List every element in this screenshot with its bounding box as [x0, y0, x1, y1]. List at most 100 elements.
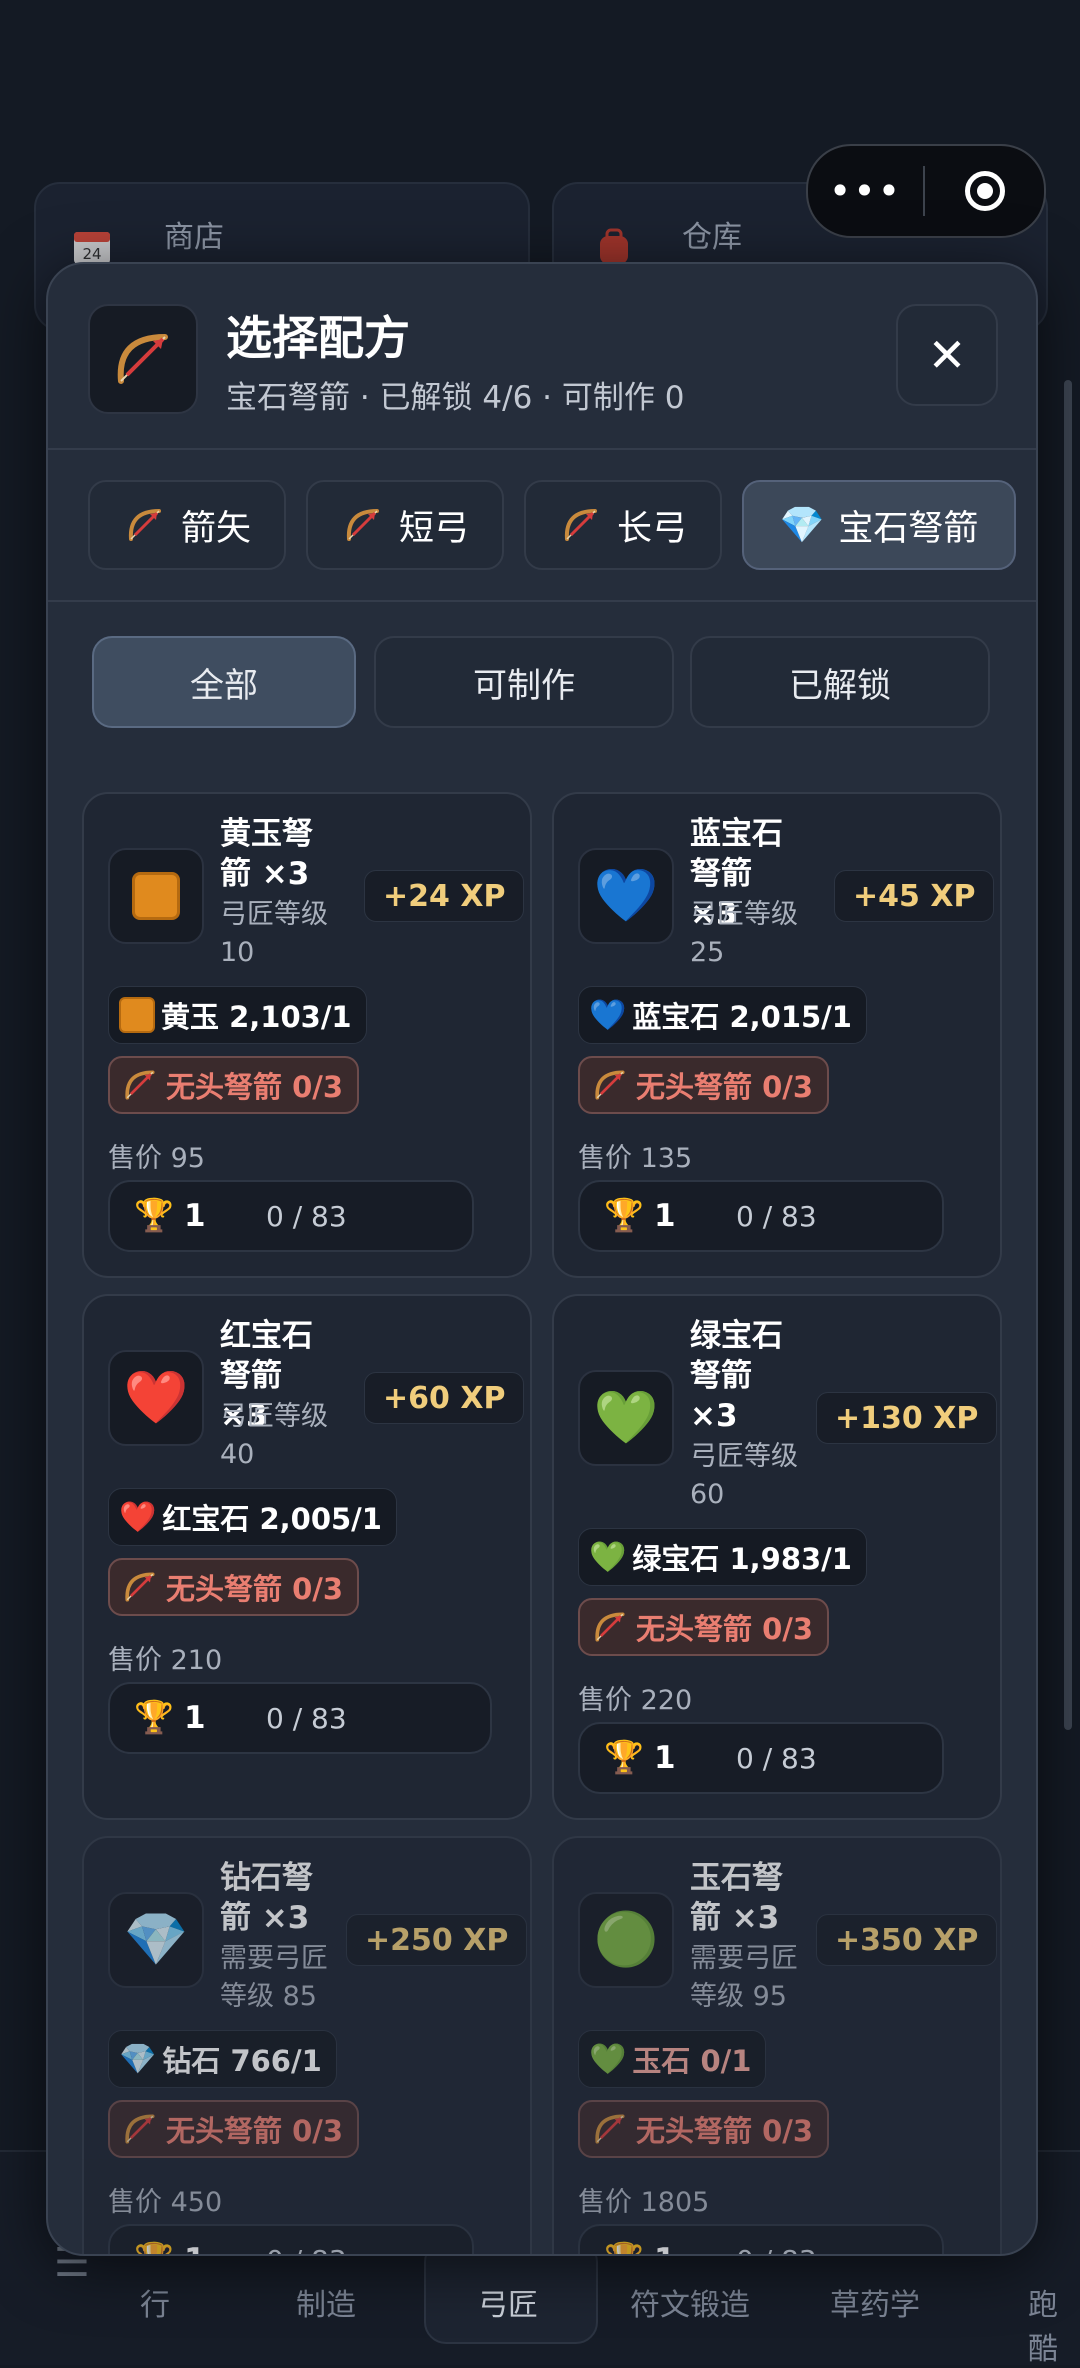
recipe-card-topaz[interactable]: 黄玉弩箭 ×3 弓匠等级 10 +24 XP 黄玉 2,103/1 无头弩箭 0… [82, 792, 532, 1278]
material-text: 红宝石 2,005/1 [162, 1502, 382, 1536]
requirement-text: 无头弩箭 0/3 [636, 1070, 814, 1104]
ruby-icon: ❤️ [108, 1350, 204, 1446]
tab-label: 长弓 [616, 508, 687, 549]
more-button[interactable]: ••• [808, 172, 923, 210]
bow-icon [120, 1065, 160, 1105]
material-chip: 💎 钻石 766/1 [108, 2030, 337, 2088]
craft-quantity: 1 [184, 2242, 206, 2254]
recipe-level: 弓匠等级 60 [690, 1441, 798, 1510]
craft-quantity-bar[interactable]: 🏆 1 0 / 83 [578, 1180, 944, 1252]
requirement-text: 无头弩箭 0/3 [166, 1572, 344, 1606]
nav-item-runesmith[interactable]: 符文锻造 [630, 2280, 750, 2324]
recipe-level: 需要弓匠等级 85 [220, 1943, 328, 2012]
material-chip: ❤️ 红宝石 2,005/1 [108, 1488, 397, 1546]
trophy-icon: 🏆 [604, 1196, 644, 1234]
recipe-price: 售价 135 [578, 1143, 693, 1174]
bg-card-label: 仓库 [682, 220, 742, 255]
capsule-close-button[interactable] [925, 171, 1044, 211]
nav-item-bowyer[interactable]: 弓匠 [478, 2280, 538, 2324]
craft-quantity-bar[interactable]: 🏆 1 0 / 83 [108, 2224, 474, 2254]
tab-label: 短弓 [398, 508, 469, 549]
requirement-text: 无头弩箭 0/3 [166, 2114, 344, 2148]
close-icon: ✕ [927, 328, 967, 382]
craft-quantity-bar[interactable]: 🏆 1 0 / 83 [108, 1682, 492, 1754]
gem-icon: 💎 [779, 505, 825, 546]
requirement-chip: 无头弩箭 0/3 [578, 2100, 830, 2158]
nav-item-herbalism[interactable]: 草药学 [830, 2280, 920, 2324]
recipe-level: 弓匠等级 40 [220, 1401, 328, 1470]
craft-quantity-bar[interactable]: 🏆 1 0 / 83 [578, 2224, 944, 2254]
emerald-icon: 💚 [578, 1370, 674, 1466]
tab-arrows[interactable]: 箭矢 [88, 480, 286, 570]
trophy-icon: 🏆 [134, 2240, 174, 2254]
craft-progress: 0 / 83 [266, 2244, 347, 2254]
ruby-icon: ❤️ [119, 1499, 157, 1535]
recipe-name: 黄玉弩箭 ×3 [220, 816, 313, 892]
filter-unlocked[interactable]: 已解锁 [690, 636, 990, 728]
target-icon [964, 171, 1005, 211]
sapphire-icon: 💙 [578, 848, 674, 944]
bow-icon [120, 2109, 160, 2149]
filter-craftable[interactable]: 可制作 [374, 636, 674, 728]
nav-item[interactable]: 行 [140, 2280, 170, 2324]
xp-badge: +130 XP [816, 1392, 998, 1444]
craft-quantity: 1 [184, 1700, 206, 1736]
recipe-card-diamond[interactable]: 💎 钻石弩箭 ×3 需要弓匠等级 85 +250 XP 💎 钻石 766/1 无… [82, 1836, 532, 2254]
tab-shortbow[interactable]: 短弓 [306, 480, 504, 570]
recipe-level: 弓匠等级 10 [220, 899, 328, 968]
xp-badge: +250 XP [346, 1914, 528, 1966]
craft-quantity: 1 [654, 2242, 676, 2254]
svg-text:24: 24 [82, 245, 101, 263]
recipe-card-jade[interactable]: 🟢 玉石弩箭 ×3 需要弓匠等级 95 +350 XP 💚 玉石 0/1 无头弩… [552, 1836, 1002, 2254]
craft-quantity: 1 [654, 1740, 676, 1776]
recipe-card-ruby[interactable]: ❤️ 红宝石弩箭 ×3 弓匠等级 40 +60 XP ❤️ 红宝石 2,005/… [82, 1294, 532, 1820]
nav-item-craft[interactable]: 制造 [296, 2280, 356, 2324]
craft-progress: 0 / 83 [736, 1200, 817, 1233]
craft-quantity: 1 [184, 1198, 206, 1234]
requirement-chip: 无头弩箭 0/3 [578, 1598, 830, 1656]
craft-quantity-bar[interactable]: 🏆 1 0 / 83 [108, 1180, 474, 1252]
craft-quantity-bar[interactable]: 🏆 1 0 / 83 [578, 1722, 944, 1794]
material-text: 绿宝石 1,983/1 [632, 1542, 852, 1576]
topaz-icon [119, 997, 155, 1033]
recipe-level: 弓匠等级 25 [690, 899, 798, 968]
diamond-icon: 💎 [108, 1892, 204, 1988]
recipe-price: 售价 450 [108, 2187, 223, 2218]
bow-icon [590, 1065, 630, 1105]
tab-label: 宝石弩箭 [838, 508, 979, 549]
material-text: 玉石 0/1 [632, 2044, 752, 2078]
requirement-chip: 无头弩箭 0/3 [578, 1056, 830, 1114]
material-text: 黄玉 2,103/1 [161, 1000, 352, 1034]
recipe-level: 需要弓匠等级 95 [690, 1943, 798, 2012]
filter-all[interactable]: 全部 [92, 636, 356, 728]
recipe-price: 售价 210 [108, 1645, 223, 1676]
recipe-price: 售价 220 [578, 1685, 693, 1716]
tab-gem-bolts[interactable]: 💎 宝石弩箭 [742, 480, 1016, 570]
nav-item-parkour[interactable]: 跑酷 [1028, 2280, 1080, 2368]
craft-progress: 0 / 83 [736, 1742, 817, 1775]
xp-badge: +45 XP [834, 870, 995, 922]
material-chip: 💚 玉石 0/1 [578, 2030, 767, 2088]
emerald-icon: 💚 [589, 2041, 627, 2077]
tab-longbow[interactable]: 长弓 [524, 480, 722, 570]
topaz-icon [108, 848, 204, 944]
recipe-name: 玉石弩箭 ×3 [690, 1860, 783, 1936]
trophy-icon: 🏆 [134, 1698, 174, 1736]
requirement-chip: 无头弩箭 0/3 [108, 1056, 360, 1114]
recipe-card-sapphire[interactable]: 💙 蓝宝石弩箭 ×3 弓匠等级 25 +45 XP 💙 蓝宝石 2,015/1 … [552, 792, 1002, 1278]
close-button[interactable]: ✕ [896, 304, 998, 406]
bow-icon [559, 503, 603, 547]
modal-title: 选择配方 [226, 311, 410, 365]
craft-quantity: 1 [654, 1198, 676, 1234]
diamond-icon: 💎 [119, 2041, 157, 2077]
xp-badge: +24 XP [364, 870, 525, 922]
recipe-card-emerald[interactable]: 💚 绿宝石弩箭 ×3 弓匠等级 60 +130 XP 💚 绿宝石 1,983/1… [552, 1294, 1002, 1820]
bg-card-label: 商店 [164, 220, 224, 255]
xp-badge: +60 XP [364, 1372, 525, 1424]
material-chip: 💚 绿宝石 1,983/1 [578, 1528, 867, 1586]
craft-progress: 0 / 83 [266, 1702, 347, 1735]
trophy-icon: 🏆 [604, 2240, 644, 2254]
material-chip: 黄玉 2,103/1 [108, 986, 367, 1044]
tab-label: 箭矢 [180, 508, 251, 549]
page-scrollbar[interactable] [1064, 380, 1072, 1730]
